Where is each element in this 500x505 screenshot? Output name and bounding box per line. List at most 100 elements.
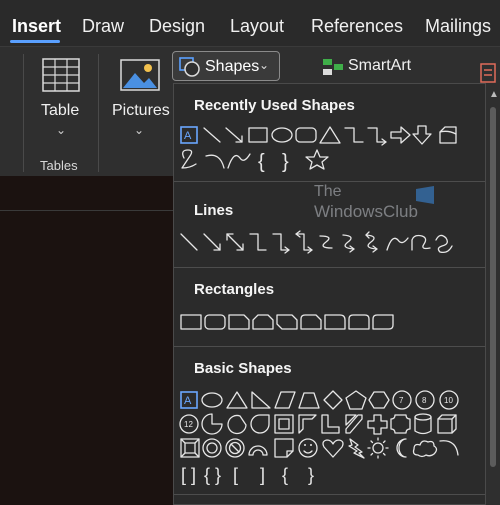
elbow-connector-icon[interactable] (344, 127, 364, 143)
oval-icon[interactable] (201, 392, 223, 408)
frame-icon[interactable] (274, 414, 294, 434)
round-single-corner-rectangle-icon[interactable] (324, 314, 346, 330)
cross-icon[interactable] (367, 414, 388, 435)
plaque-icon[interactable] (390, 414, 411, 434)
triangle-icon[interactable] (226, 391, 248, 409)
smiley-face-icon[interactable] (298, 438, 318, 458)
round-diagonal-corner-rectangle-icon[interactable] (372, 314, 394, 330)
elbow-connector-icon[interactable] (249, 233, 267, 251)
curve-icon[interactable] (227, 153, 251, 169)
curve-icon[interactable] (386, 237, 409, 251)
bevel-icon[interactable] (180, 438, 200, 458)
right-triangle-icon[interactable] (251, 391, 271, 409)
moon-icon[interactable] (396, 438, 407, 458)
tab-references[interactable]: References (311, 16, 403, 37)
curved-connector-icon[interactable] (319, 235, 333, 249)
half-frame-icon[interactable] (298, 414, 317, 434)
line-icon[interactable] (180, 233, 198, 251)
lines-row (180, 230, 453, 254)
left-brace-icon[interactable]: { (282, 465, 288, 485)
rounded-rectangle-icon[interactable] (295, 127, 317, 143)
elbow-double-arrow-connector-icon[interactable] (295, 230, 313, 254)
lightning-bolt-icon[interactable] (348, 438, 365, 459)
heptagon-icon[interactable]: 7 (392, 390, 412, 410)
ribbon-tab-bar: Insert Draw Design Layout References Mai… (0, 0, 500, 46)
octagon-icon[interactable]: 8 (415, 390, 435, 410)
tab-insert[interactable]: Insert (12, 16, 61, 37)
arrow-line-icon[interactable] (203, 233, 221, 251)
decagon-icon[interactable]: 10 (439, 390, 459, 410)
elbow-arrow-connector-icon[interactable] (272, 233, 290, 254)
right-brace-icon[interactable]: } (282, 151, 289, 173)
text-box-icon[interactable]: A (180, 391, 198, 409)
folded-corner-icon[interactable] (274, 438, 294, 458)
scroll-up-arrow-icon[interactable]: ▲ (489, 89, 499, 100)
cube-icon[interactable] (437, 414, 457, 434)
double-brace-icon[interactable]: { } (204, 465, 221, 485)
donut-icon[interactable] (202, 438, 222, 458)
tab-draw[interactable]: Draw (82, 16, 124, 37)
arrow-line-icon[interactable] (225, 127, 243, 143)
right-arrow-icon[interactable] (390, 126, 411, 144)
heart-icon[interactable] (322, 439, 344, 458)
scrollbar-thumb[interactable] (490, 107, 496, 467)
svg-text:]: ] (260, 465, 265, 485)
scribble-icon[interactable] (435, 234, 453, 254)
pentagon-icon[interactable] (345, 390, 367, 410)
rectangle-icon[interactable] (248, 127, 268, 143)
left-brace-icon[interactable]: { (258, 151, 265, 173)
flowchart-card-icon[interactable] (439, 126, 457, 144)
gallery-scrollbar[interactable]: ▲ (486, 83, 500, 505)
teardrop-icon[interactable] (250, 414, 270, 434)
svg-text:A: A (184, 395, 192, 407)
shapes-button[interactable]: Shapes ⌄ (172, 51, 280, 81)
star-icon[interactable] (305, 149, 329, 170)
no-symbol-icon[interactable] (225, 438, 245, 458)
round-same-side-corner-rectangle-icon[interactable] (348, 314, 370, 330)
left-bracket-icon[interactable]: [ (233, 465, 238, 485)
tab-design[interactable]: Design (149, 16, 205, 37)
curved-arrow-connector-icon[interactable] (342, 234, 355, 253)
double-arrow-line-icon[interactable] (226, 233, 244, 251)
curved-double-arrow-connector-icon[interactable] (365, 231, 378, 253)
rectangle-icon[interactable] (180, 314, 202, 330)
double-bracket-icon[interactable]: [ ] (181, 465, 196, 485)
snip-diagonal-corner-rectangle-icon[interactable] (276, 314, 298, 330)
arc-icon[interactable] (439, 440, 459, 456)
section-title-recent: Recently Used Shapes (194, 97, 355, 114)
pie-icon[interactable] (201, 413, 223, 435)
diagonal-stripe-icon[interactable] (345, 414, 363, 434)
cloud-icon[interactable] (412, 440, 438, 458)
arc-icon[interactable] (205, 154, 225, 169)
freeform-shape-icon[interactable] (411, 234, 431, 251)
smartart-icon (323, 59, 343, 75)
can-icon[interactable] (414, 413, 432, 435)
text-box-icon[interactable]: A (180, 126, 198, 144)
oval-icon[interactable] (271, 127, 293, 143)
freeform-icon[interactable] (181, 149, 197, 169)
snip-same-side-corner-rectangle-icon[interactable] (252, 314, 274, 330)
right-bracket-icon[interactable]: ] (260, 465, 265, 485)
elbow-arrow-connector-icon[interactable] (367, 127, 387, 146)
sun-icon[interactable] (367, 437, 389, 459)
line-icon[interactable] (203, 127, 221, 143)
tab-layout[interactable]: Layout (230, 16, 284, 37)
chord-icon[interactable] (227, 414, 247, 435)
triangle-icon[interactable] (319, 126, 341, 144)
section-title-basic-shapes: Basic Shapes (194, 360, 292, 377)
rounded-rectangle-icon[interactable] (204, 314, 226, 330)
section-title-rectangles: Rectangles (194, 281, 275, 298)
trapezoid-icon[interactable] (298, 392, 320, 409)
right-brace-icon[interactable]: } (308, 465, 314, 485)
l-shape-icon[interactable] (321, 414, 340, 434)
diamond-icon[interactable] (323, 390, 343, 410)
hexagon-icon[interactable] (368, 391, 390, 409)
block-arc-icon[interactable] (248, 445, 268, 456)
svg-text:12: 12 (184, 420, 193, 429)
dodecagon-icon[interactable]: 12 (179, 414, 199, 434)
down-arrow-icon[interactable] (412, 125, 432, 145)
snip-and-round-single-corner-rectangle-icon[interactable] (300, 314, 322, 330)
tab-mailings[interactable]: Mailings (425, 16, 491, 37)
snip-single-corner-rectangle-icon[interactable] (228, 314, 250, 330)
parallelogram-icon[interactable] (274, 391, 296, 409)
